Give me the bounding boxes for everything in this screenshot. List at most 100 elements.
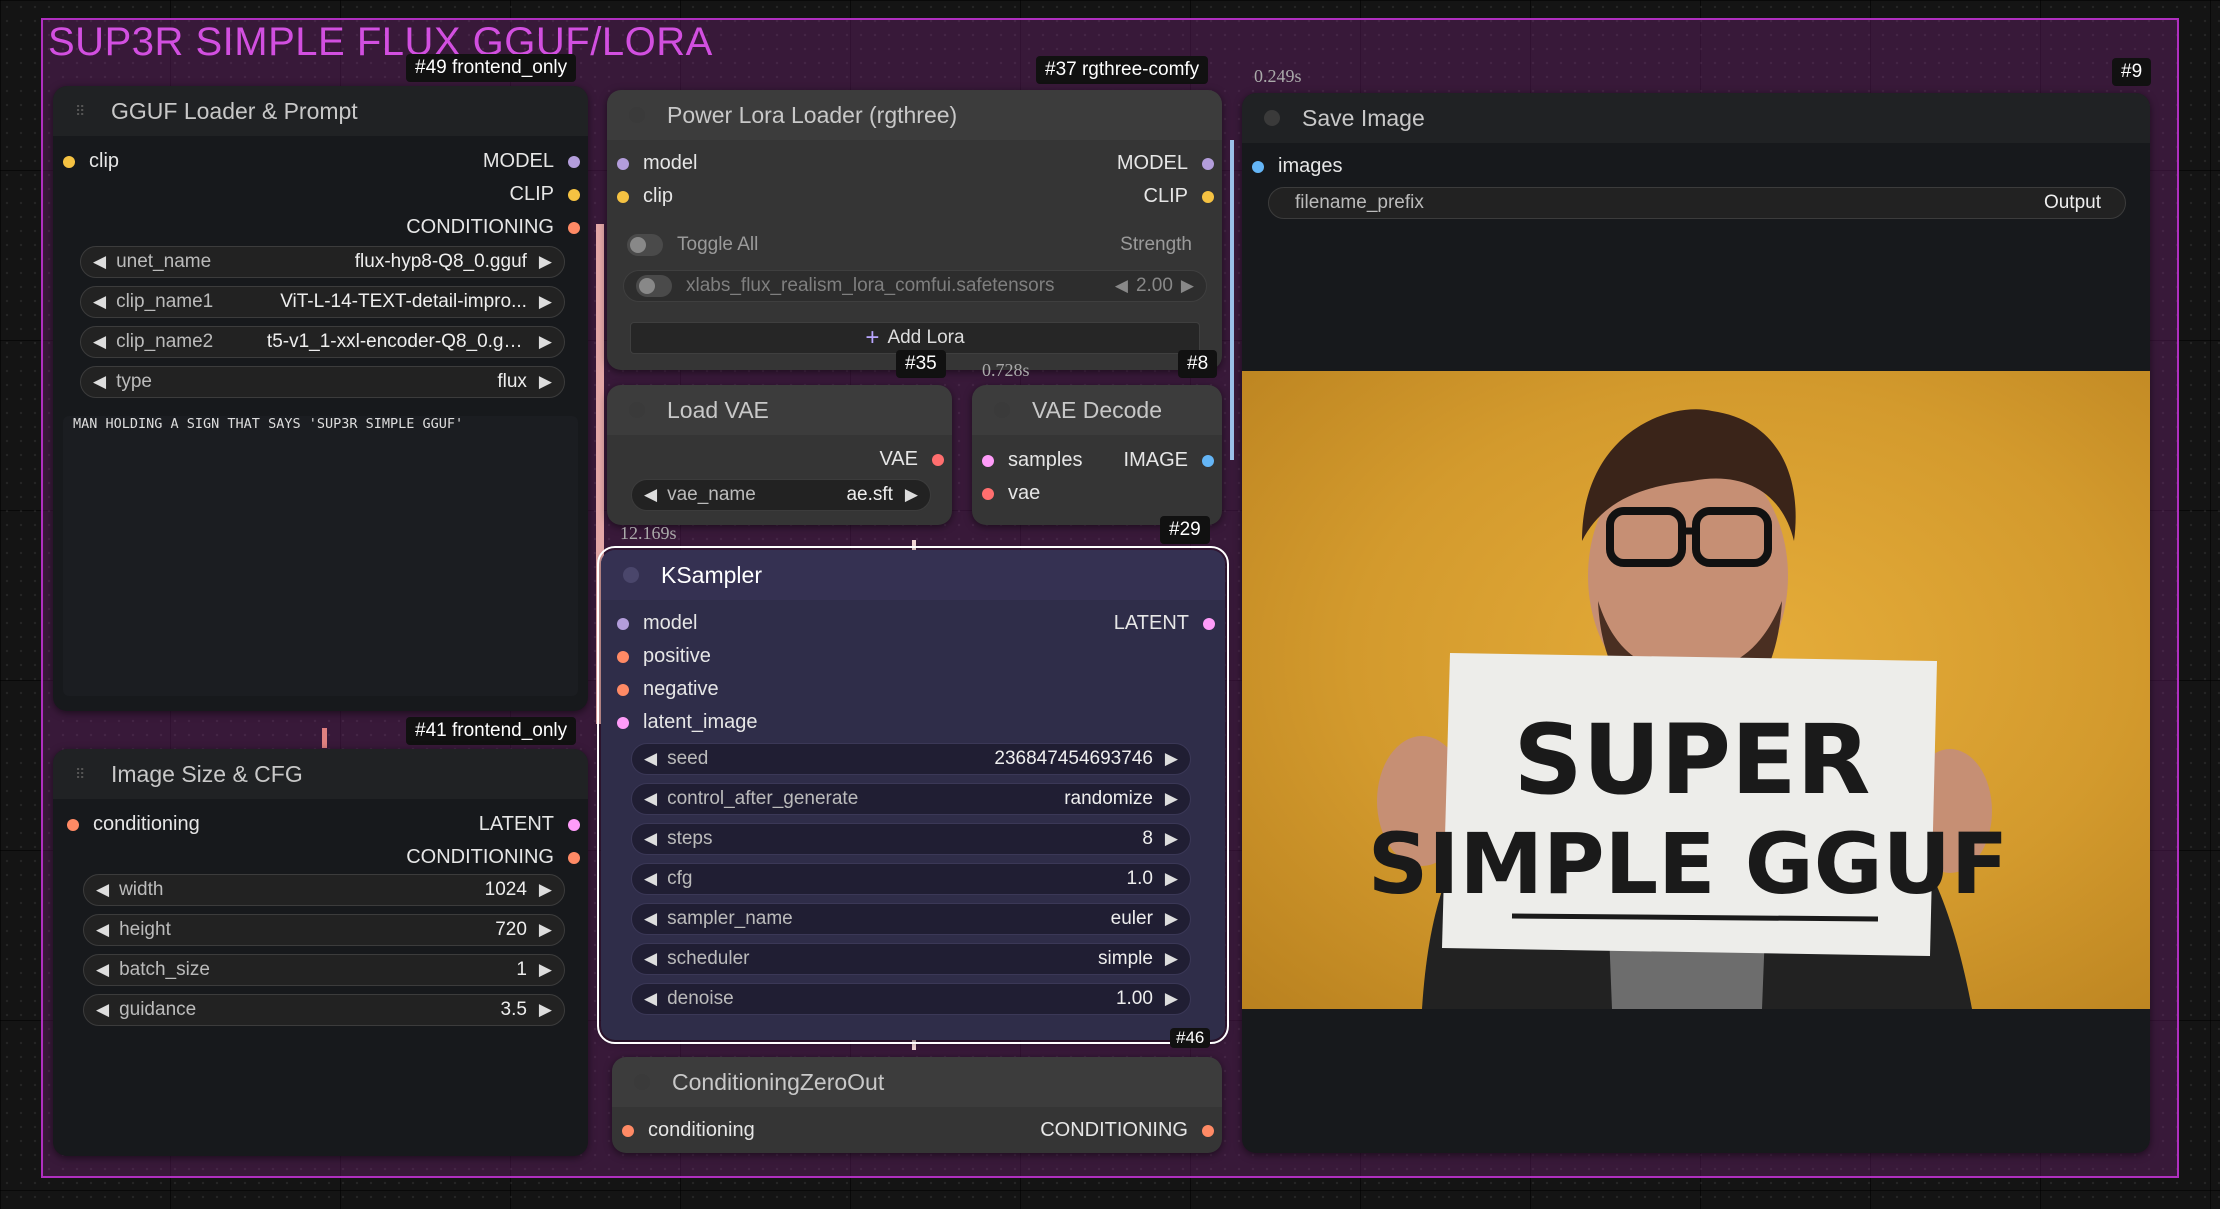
node-header[interactable]: Load VAE (607, 385, 952, 435)
input-conditioning[interactable]: conditioning (67, 813, 200, 836)
widget-batch-size[interactable]: ◀ batch_size 1 ▶ (83, 954, 565, 986)
node-header[interactable]: VAE Decode (972, 385, 1222, 435)
slot-dot[interactable] (1202, 454, 1214, 467)
widget-control-after-generate[interactable]: ◀ control_after_generate randomize ▶ (631, 783, 1191, 815)
triangle-left-icon[interactable]: ◀ (644, 485, 657, 505)
input-negative[interactable]: negative (617, 678, 719, 701)
triangle-left-icon[interactable]: ◀ (644, 789, 657, 809)
node-header[interactable]: ⠿ GGUF Loader & Prompt (53, 86, 588, 136)
group-title[interactable]: SUP3R SIMPLE FLUX GGUF/LORA (48, 20, 713, 65)
slot-dot[interactable] (1202, 190, 1214, 203)
slot-dot[interactable] (617, 157, 629, 170)
triangle-right-icon[interactable]: ▶ (1165, 949, 1178, 969)
triangle-right-icon[interactable]: ▶ (539, 372, 552, 392)
widget-clip-name2[interactable]: ◀ clip_name2 t5-v1_1-xxl-encoder-Q8_0.gg… (80, 326, 565, 358)
triangle-right-icon[interactable]: ▶ (1181, 276, 1194, 296)
lora-toggle-switch[interactable] (636, 275, 672, 297)
output-clip[interactable]: CLIP (510, 183, 580, 206)
widget-guidance[interactable]: ◀ guidance 3.5 ▶ (83, 994, 565, 1026)
output-conditioning[interactable]: CONDITIONING (1040, 1119, 1214, 1142)
drag-grip-icon[interactable]: ⠿ (75, 104, 89, 118)
collapse-dot-icon[interactable] (623, 567, 639, 583)
input-latent-image[interactable]: latent_image (617, 711, 758, 734)
slot-dot[interactable] (1202, 157, 1214, 170)
widget-vae-name[interactable]: ◀ vae_name ae.sft ▶ (631, 479, 931, 511)
slot-dot[interactable] (617, 683, 629, 696)
image-size-node[interactable]: ⠿ Image Size & CFG conditioning LATENT C… (53, 749, 588, 1156)
output-latent[interactable]: LATENT (1114, 612, 1215, 635)
widget-filename-prefix[interactable]: filename_prefix Output (1268, 187, 2126, 219)
slot-dot[interactable] (617, 617, 629, 630)
triangle-left-icon[interactable]: ◀ (93, 332, 106, 352)
slot-dot[interactable] (1203, 617, 1215, 630)
triangle-left-icon[interactable]: ◀ (93, 372, 106, 392)
slot-dot[interactable] (568, 155, 580, 168)
output-image[interactable]: IMAGE (1124, 449, 1214, 472)
input-images[interactable]: images (1252, 155, 1342, 178)
output-preview-image[interactable]: SUPER SIMPLE GGUF (1242, 371, 2150, 1009)
input-model[interactable]: model (617, 612, 697, 635)
triangle-left-icon[interactable]: ◀ (93, 252, 106, 272)
node-header[interactable]: Power Lora Loader (rgthree) (607, 90, 1222, 140)
slot-dot[interactable] (982, 487, 994, 500)
collapse-dot-icon[interactable] (1264, 110, 1280, 126)
collapse-dot-icon[interactable] (634, 1074, 650, 1090)
triangle-right-icon[interactable]: ▶ (1165, 909, 1178, 929)
lora-row[interactable]: xlabs_flux_realism_lora_comfui.safetenso… (623, 270, 1207, 302)
triangle-left-icon[interactable]: ◀ (96, 920, 109, 940)
node-header[interactable]: Save Image (1242, 93, 2150, 143)
collapse-dot-icon[interactable] (629, 107, 645, 123)
output-conditioning[interactable]: CONDITIONING (406, 216, 580, 239)
triangle-left-icon[interactable]: ◀ (644, 909, 657, 929)
triangle-right-icon[interactable]: ▶ (905, 485, 918, 505)
node-header[interactable]: ⠿ Image Size & CFG (53, 749, 588, 799)
widget-seed[interactable]: ◀ seed 236847454693746 ▶ (631, 743, 1191, 775)
output-vae[interactable]: VAE (879, 448, 944, 471)
widget-type[interactable]: ◀ type flux ▶ (80, 366, 565, 398)
triangle-right-icon[interactable]: ▶ (1165, 869, 1178, 889)
vae-decode-node[interactable]: VAE Decode samples vae IMAGE (972, 385, 1222, 525)
conditioning-zero-out-node[interactable]: ConditioningZeroOut conditioning CONDITI… (612, 1057, 1222, 1153)
widget-clip-name1[interactable]: ◀ clip_name1 ViT-L-14-TEXT-detail-impro.… (80, 286, 565, 318)
widget-sampler-name[interactable]: ◀ sampler_name euler ▶ (631, 903, 1191, 935)
slot-dot[interactable] (67, 818, 79, 831)
triangle-left-icon[interactable]: ◀ (644, 829, 657, 849)
input-positive[interactable]: positive (617, 645, 711, 668)
load-vae-node[interactable]: Load VAE VAE ◀ vae_name ae.sft ▶ (607, 385, 952, 525)
toggle-all-row[interactable]: Toggle All Strength (627, 234, 1202, 256)
triangle-left-icon[interactable]: ◀ (93, 292, 106, 312)
triangle-left-icon[interactable]: ◀ (1115, 276, 1128, 296)
slot-dot[interactable] (982, 454, 994, 467)
widget-scheduler[interactable]: ◀ scheduler simple ▶ (631, 943, 1191, 975)
slot-dot[interactable] (617, 716, 629, 729)
slot-dot[interactable] (617, 190, 629, 203)
widget-steps[interactable]: ◀ steps 8 ▶ (631, 823, 1191, 855)
triangle-right-icon[interactable]: ▶ (539, 292, 552, 312)
input-samples[interactable]: samples (982, 449, 1082, 472)
input-clip[interactable]: clip (617, 185, 673, 208)
triangle-right-icon[interactable]: ▶ (539, 332, 552, 352)
widget-denoise[interactable]: ◀ denoise 1.00 ▶ (631, 983, 1191, 1015)
triangle-right-icon[interactable]: ▶ (1165, 789, 1178, 809)
slot-dot[interactable] (622, 1124, 634, 1137)
ksampler-node[interactable]: KSampler model positive negative latent_… (597, 546, 1229, 1044)
input-model[interactable]: model (617, 152, 697, 175)
triangle-right-icon[interactable]: ▶ (1165, 989, 1178, 1009)
slot-dot[interactable] (568, 851, 580, 864)
node-header[interactable]: KSampler (601, 550, 1225, 600)
drag-grip-icon[interactable]: ⠿ (75, 767, 89, 781)
triangle-right-icon[interactable]: ▶ (1165, 749, 1178, 769)
triangle-right-icon[interactable]: ▶ (539, 252, 552, 272)
triangle-left-icon[interactable]: ◀ (644, 749, 657, 769)
triangle-left-icon[interactable]: ◀ (96, 1000, 109, 1020)
input-vae[interactable]: vae (982, 482, 1040, 505)
triangle-left-icon[interactable]: ◀ (644, 989, 657, 1009)
collapse-dot-icon[interactable] (629, 402, 645, 418)
output-clip[interactable]: CLIP (1144, 185, 1214, 208)
triangle-right-icon[interactable]: ▶ (539, 920, 552, 940)
widget-height[interactable]: ◀ height 720 ▶ (83, 914, 565, 946)
triangle-right-icon[interactable]: ▶ (1165, 829, 1178, 849)
input-clip[interactable]: clip (63, 150, 119, 173)
output-conditioning[interactable]: CONDITIONING (406, 846, 580, 869)
widget-cfg[interactable]: ◀ cfg 1.0 ▶ (631, 863, 1191, 895)
